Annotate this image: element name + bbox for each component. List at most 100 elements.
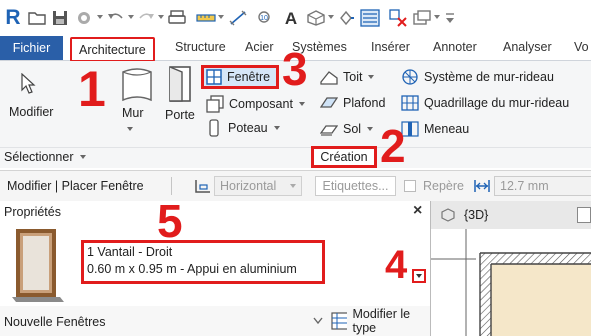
systeme-mur-rideau-button[interactable]: Système de mur-rideau <box>401 69 554 85</box>
redo-icon[interactable] <box>136 8 156 28</box>
composant-label: Composant <box>229 97 293 111</box>
orientation-icon <box>194 178 212 194</box>
properties-close-icon[interactable]: × <box>413 202 422 220</box>
edit-type-icon <box>331 312 348 330</box>
floor-plan-drawing <box>431 229 591 336</box>
cursor-arrow-icon <box>20 73 36 95</box>
tab-acier[interactable]: Acier <box>245 40 273 54</box>
3d-view-icon[interactable] <box>306 8 326 28</box>
porte-button[interactable]: Porte <box>165 108 195 122</box>
poteau-button[interactable]: Poteau <box>208 119 280 137</box>
poteau-dropdown-icon[interactable] <box>273 126 280 130</box>
tab-analyser[interactable]: Analyser <box>503 40 552 54</box>
close-hidden-icon[interactable] <box>388 8 408 28</box>
callout-number-2: 2 <box>380 120 406 172</box>
meneau-button[interactable]: Meneau <box>401 121 469 137</box>
svg-text:10: 10 <box>260 15 268 22</box>
callout-number-1: 1 <box>78 61 106 117</box>
type-selector-dropdown-button[interactable] <box>412 269 426 283</box>
component-icon <box>206 95 224 113</box>
plafond-button[interactable]: Plafond <box>320 95 385 111</box>
redo-dropdown-icon[interactable] <box>158 15 164 19</box>
drawing-canvas[interactable] <box>430 229 591 336</box>
undo-icon[interactable] <box>106 8 126 28</box>
modifier-le-type-button[interactable]: Modifier le type <box>331 307 430 335</box>
mur-dropdown-icon[interactable] <box>127 127 133 131</box>
poteau-label: Poteau <box>228 121 268 135</box>
toit-dropdown-icon[interactable] <box>368 75 375 79</box>
measure-dropdown-icon[interactable] <box>218 15 224 19</box>
undo-dropdown-icon[interactable] <box>128 15 134 19</box>
type-family-name: 1 Vantail - Droit <box>87 245 173 259</box>
chevron-down-icon <box>313 317 323 325</box>
meneau-label: Meneau <box>424 122 470 136</box>
tag-icon[interactable]: 10 <box>254 8 276 28</box>
app-logo-letter: R <box>5 6 21 29</box>
instance-filter-label[interactable]: Nouvelle Fenêtres <box>4 315 105 329</box>
chevron-down-icon <box>416 274 422 278</box>
selectionner-dropdown-icon[interactable] <box>79 155 86 159</box>
thin-lines-icon[interactable] <box>359 8 381 28</box>
quadrillage-mur-rideau-button[interactable]: Quadrillage du mur-rideau <box>401 95 569 111</box>
composant-button[interactable]: Composant <box>206 95 305 113</box>
tab-annoter[interactable]: Annoter <box>433 40 477 54</box>
tab-fichier[interactable]: Fichier <box>0 36 63 60</box>
dimension-icon[interactable] <box>227 8 249 28</box>
section-icon[interactable] <box>336 8 356 28</box>
panel-selectionner[interactable]: Sélectionner <box>4 150 86 164</box>
repere-checkbox[interactable] <box>404 180 416 192</box>
door-icon <box>168 65 194 103</box>
switch-windows-dropdown-icon[interactable] <box>434 15 440 19</box>
modifier-button[interactable]: Modifier <box>9 105 53 119</box>
tab-vue-partial[interactable]: Vo <box>574 40 589 54</box>
modifier-le-type-label: Modifier le type <box>352 307 411 335</box>
sol-dropdown-icon[interactable] <box>367 127 374 131</box>
sol-button[interactable]: Sol <box>320 121 374 137</box>
distance-input[interactable]: 12.7 mm <box>494 176 591 196</box>
view-close-icon[interactable] <box>577 207 591 223</box>
selectionner-label: Sélectionner <box>4 150 74 164</box>
view-tab-3d[interactable]: {3D} <box>430 201 591 230</box>
3d-view-icon <box>441 208 455 222</box>
wall-icon <box>120 66 154 102</box>
quick-access-toolbar: R 10 A <box>0 0 591 37</box>
panel-creation[interactable]: Création <box>311 146 377 168</box>
fenetre-button[interactable]: Fenêtre <box>206 69 270 85</box>
creation-label: Création <box>320 150 368 164</box>
revit-logo-icon[interactable]: R <box>3 6 23 29</box>
orientation-select[interactable]: Horizontal <box>214 176 302 196</box>
sync-dropdown-icon[interactable] <box>97 15 103 19</box>
plafond-label: Plafond <box>343 96 386 110</box>
view-tab-label: {3D} <box>464 208 489 222</box>
3d-view-dropdown-icon[interactable] <box>328 15 334 19</box>
switch-windows-icon[interactable] <box>412 8 432 28</box>
svg-text:A: A <box>285 9 297 27</box>
callout-number-3: 3 <box>282 43 308 95</box>
floor-icon <box>320 125 338 136</box>
toit-button[interactable]: Toit <box>320 69 375 85</box>
properties-title: Propriétés <box>4 205 61 219</box>
callout-number-4: 4 <box>385 243 408 287</box>
curtain-grid-icon <box>401 95 419 111</box>
tab-inserer[interactable]: Insérer <box>371 40 410 54</box>
type-selector[interactable]: 1 Vantail - Droit 0.60 m x 0.95 m - Appu… <box>0 223 430 307</box>
fenetre-label: Fenêtre <box>227 70 271 84</box>
ceiling-icon <box>320 97 338 108</box>
customize-icon[interactable] <box>443 8 457 28</box>
print-icon[interactable] <box>166 8 188 28</box>
window-icon <box>206 69 222 85</box>
orientation-dropdown-icon[interactable] <box>290 184 296 188</box>
tab-architecture[interactable]: Architecture <box>70 37 155 62</box>
measure-icon[interactable] <box>195 8 217 28</box>
text-icon[interactable]: A <box>282 8 300 28</box>
save-icon[interactable] <box>50 8 70 28</box>
instance-filter-row: Nouvelle Fenêtres Modifier le type <box>0 306 430 336</box>
etiquettes-button[interactable]: Etiquettes... <box>315 176 396 196</box>
composant-dropdown-icon[interactable] <box>298 102 305 106</box>
callout-number-5: 5 <box>157 195 183 247</box>
sync-icon[interactable] <box>74 8 96 28</box>
open-icon[interactable] <box>27 8 47 28</box>
mur-button[interactable]: Mur <box>122 106 144 120</box>
tab-structure[interactable]: Structure <box>175 40 226 54</box>
options-bar: Modifier | Placer Fenêtre Horizontal Eti… <box>0 170 591 202</box>
